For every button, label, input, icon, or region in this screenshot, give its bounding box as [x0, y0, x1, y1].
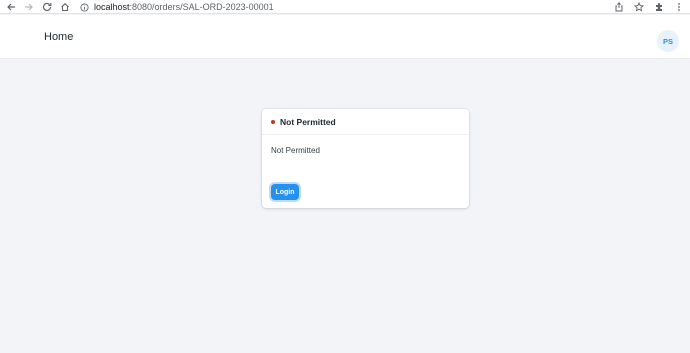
address-bar[interactable]: localhost:8080/orders/SAL-ORD-2023-00001: [80, 0, 274, 14]
menu-icon[interactable]: [672, 0, 686, 14]
browser-actions: [612, 0, 686, 14]
card-header: Not Permitted: [262, 109, 469, 135]
card-title: Not Permitted: [280, 116, 336, 127]
reload-icon[interactable]: [38, 0, 56, 14]
puzzle-icon[interactable]: [652, 0, 666, 14]
back-icon[interactable]: [2, 0, 20, 14]
share-icon[interactable]: [612, 0, 626, 14]
url-path: :8080/orders/SAL-ORD-2023-00001: [129, 2, 274, 12]
star-icon[interactable]: [632, 0, 646, 14]
avatar[interactable]: PS: [657, 30, 679, 52]
browser-toolbar: localhost:8080/orders/SAL-ORD-2023-00001: [0, 0, 690, 14]
status-indicator: [271, 119, 275, 124]
info-icon[interactable]: [80, 2, 89, 12]
card-message: Not Permitted: [271, 146, 320, 155]
not-permitted-card: Not Permitted Not Permitted Login: [262, 109, 469, 208]
app-navbar: Home PS: [0, 15, 690, 59]
url-text: localhost:8080/orders/SAL-ORD-2023-00001: [94, 2, 274, 12]
forward-icon[interactable]: [20, 0, 38, 14]
home-icon[interactable]: [56, 0, 74, 14]
home-link[interactable]: Home: [44, 31, 73, 43]
url-host: localhost: [94, 2, 130, 12]
login-button[interactable]: Login: [271, 184, 299, 200]
